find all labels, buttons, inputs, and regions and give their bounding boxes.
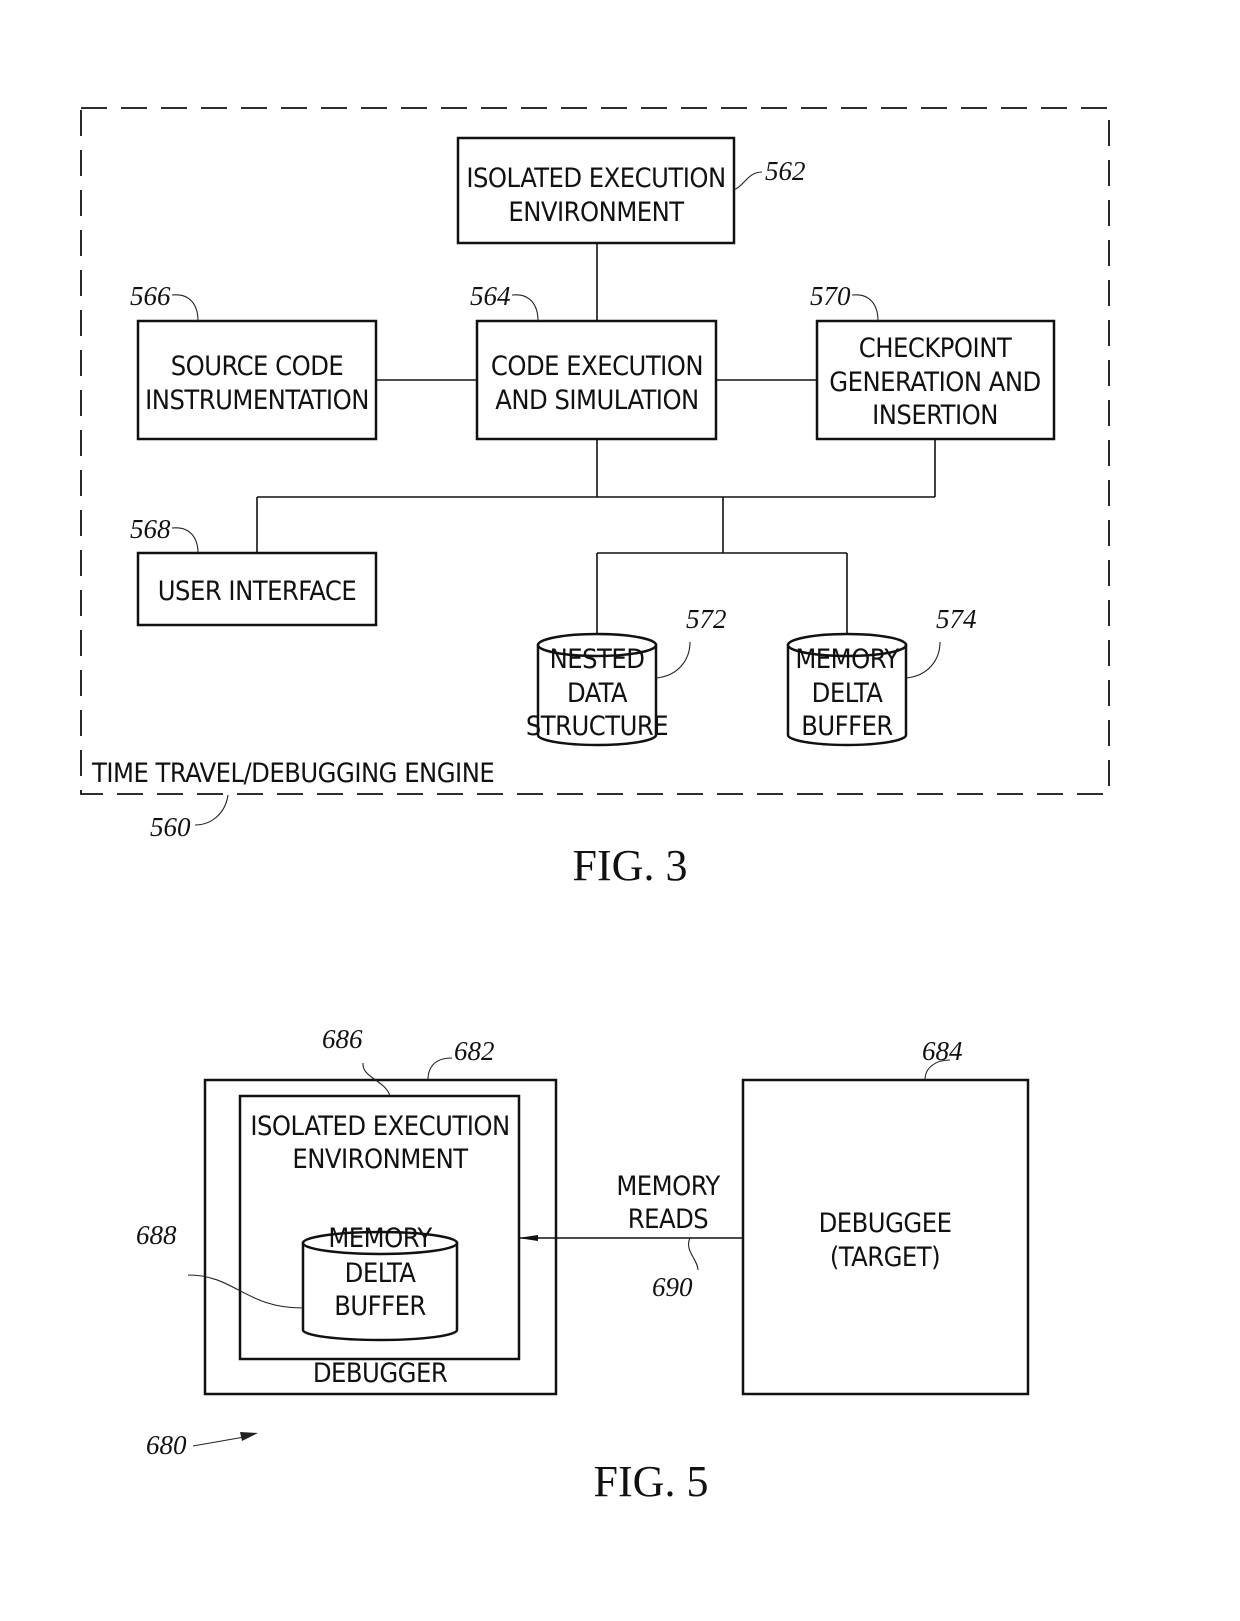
ref-572: 572 bbox=[686, 604, 727, 634]
node-label-line: DELTA bbox=[345, 1258, 417, 1289]
node-label-line: INSTRUMENTATION bbox=[145, 385, 369, 416]
node-label-line: BUFFER bbox=[334, 1291, 426, 1322]
arrow-label-line: MEMORY bbox=[616, 1171, 720, 1202]
node-label-line: CHECKPOINT bbox=[859, 333, 1012, 364]
node-debuggee: DEBUGGEE (TARGET) 684 bbox=[741, 1036, 1030, 1396]
ref-564: 564 bbox=[470, 281, 511, 311]
node-isolated-execution-environment: ISOLATED EXECUTION ENVIRONMENT 562 bbox=[456, 136, 806, 245]
node-label-line: AND SIMULATION bbox=[495, 385, 698, 416]
ref-682-leader bbox=[427, 1057, 453, 1081]
ref-562: 562 bbox=[765, 156, 806, 186]
ref-566-leader bbox=[171, 294, 199, 322]
node-nested-data-structure: NESTED DATA STRUCTURE 572 bbox=[526, 604, 727, 747]
node-label-line: USER INTERFACE bbox=[158, 576, 356, 607]
ref-568-leader bbox=[171, 527, 199, 554]
fig5: DEBUGGER 682 ISOLATED EXECUTION ENVIRONM… bbox=[136, 1024, 1030, 1506]
engine-container-label: TIME TRAVEL/DEBUGGING ENGINE bbox=[91, 758, 494, 789]
ref-574-leader bbox=[905, 641, 941, 679]
ref-682: 682 bbox=[454, 1036, 495, 1066]
ref-690: 690 bbox=[652, 1272, 693, 1302]
ref-568: 568 bbox=[130, 514, 171, 544]
node-label-line: ISOLATED EXECUTION bbox=[250, 1111, 509, 1142]
node-label-line: ENVIRONMENT bbox=[292, 1144, 468, 1175]
node-label-line: SOURCE CODE bbox=[171, 351, 344, 382]
ref-680: 680 bbox=[146, 1430, 187, 1460]
ref-570-leader bbox=[851, 294, 879, 322]
node-checkpoint-generation-and-insertion: CHECKPOINT GENERATION AND INSERTION 570 bbox=[810, 281, 1056, 441]
ref-560-leader bbox=[194, 794, 229, 826]
node-label-line: ENVIRONMENT bbox=[508, 197, 684, 228]
ref-574: 574 bbox=[936, 604, 977, 634]
node-label-line: NESTED bbox=[550, 644, 645, 675]
node-user-interface: USER INTERFACE 568 bbox=[130, 514, 378, 627]
node-label-line: INSERTION bbox=[872, 400, 998, 431]
node-source-code-instrumentation: SOURCE CODE INSTRUMENTATION 566 bbox=[130, 281, 378, 441]
fig5-caption: FIG. 5 bbox=[594, 1457, 709, 1506]
ref-690-leader bbox=[688, 1237, 699, 1271]
node-code-execution-and-simulation: CODE EXECUTION AND SIMULATION 564 bbox=[470, 281, 718, 441]
node-label-line: (TARGET) bbox=[830, 1242, 940, 1273]
ref-686: 686 bbox=[322, 1024, 363, 1054]
node-label-line: MEMORY bbox=[795, 644, 899, 675]
patent-figures: TIME TRAVEL/DEBUGGING ENGINE 560 ISOLATE… bbox=[80, 107, 1110, 1506]
node-label-line: DEBUGGEE bbox=[819, 1208, 952, 1239]
ref-562-leader bbox=[733, 171, 763, 191]
arrow-label-line: READS bbox=[628, 1204, 709, 1235]
system-ref-680: 680 bbox=[146, 1430, 258, 1460]
node-label-line: DATA bbox=[567, 678, 628, 709]
node-label-line: ISOLATED EXECUTION bbox=[466, 163, 725, 194]
ref-680-arrowhead bbox=[240, 1432, 258, 1441]
ref-566: 566 bbox=[130, 281, 171, 311]
node-label-line: BUFFER bbox=[801, 711, 893, 742]
node-label-line: GENERATION AND bbox=[829, 367, 1040, 398]
node-label-line: CODE EXECUTION bbox=[491, 351, 703, 382]
ref-684: 684 bbox=[922, 1036, 963, 1066]
node-memory-delta-buffer: MEMORY DELTA BUFFER 574 bbox=[786, 604, 977, 747]
debugger-label: DEBUGGER bbox=[313, 1358, 448, 1389]
ref-688: 688 bbox=[136, 1220, 177, 1250]
node-label-line: MEMORY bbox=[328, 1223, 432, 1254]
ref-564-leader bbox=[511, 294, 539, 322]
ref-560: 560 bbox=[150, 812, 191, 842]
ref-570: 570 bbox=[810, 281, 851, 311]
fig3-caption: FIG. 3 bbox=[573, 841, 688, 890]
ref-572-leader bbox=[655, 641, 691, 679]
node-label-line: STRUCTURE bbox=[526, 711, 668, 742]
node-label-line: DELTA bbox=[812, 678, 884, 709]
fig3: TIME TRAVEL/DEBUGGING ENGINE 560 ISOLATE… bbox=[80, 107, 1110, 890]
